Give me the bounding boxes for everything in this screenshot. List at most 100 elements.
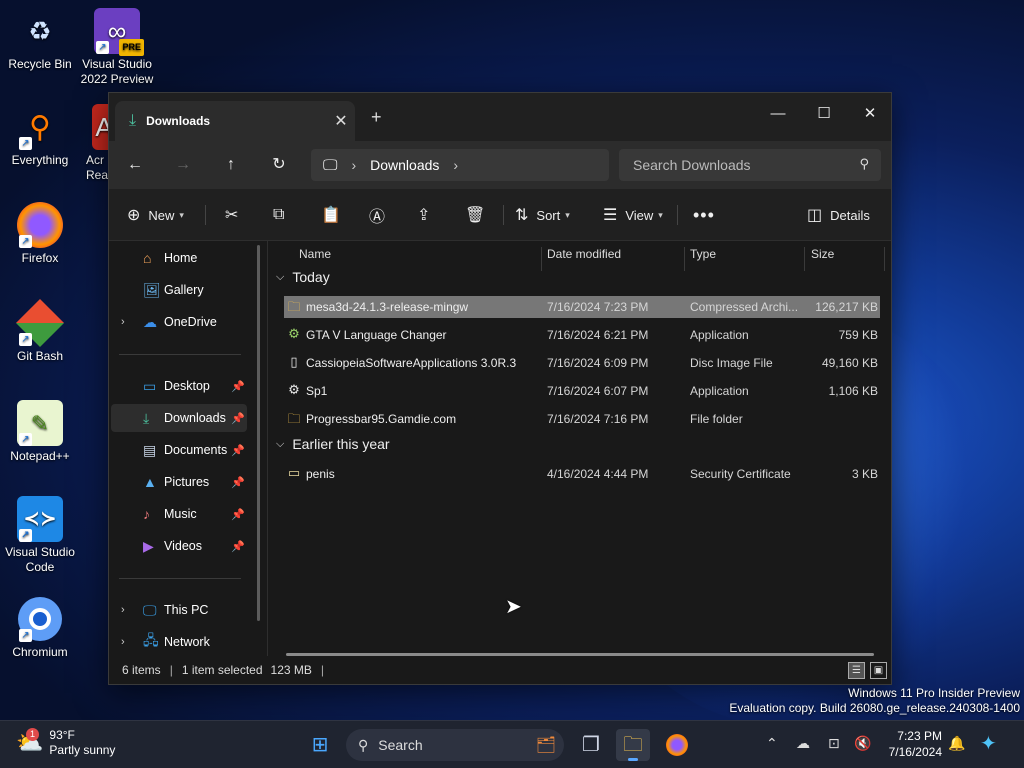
file-name: Sp1 bbox=[306, 384, 328, 398]
chevron-right-icon[interactable]: › bbox=[121, 636, 125, 648]
desktop-icon-label: Chromium bbox=[12, 645, 68, 659]
chevron-right-icon[interactable]: › bbox=[121, 604, 125, 616]
details-view-button[interactable]: ☰ bbox=[848, 662, 865, 679]
chevron-right-icon[interactable]: › bbox=[121, 316, 125, 328]
desktop-icon-chromium[interactable]: ↗ Chromium bbox=[0, 596, 80, 660]
file-explorer-taskbar-icon[interactable]: 🗀 bbox=[616, 729, 650, 761]
cut-button[interactable]: ✂ bbox=[225, 203, 246, 227]
breadcrumb-downloads[interactable]: Downloads bbox=[370, 157, 439, 173]
desktop-icon-vscode[interactable]: ≺≻ ↗ Visual Studio Code bbox=[0, 496, 80, 575]
taskbar-clock[interactable]: 7:23 PM 7/16/2024 bbox=[889, 728, 942, 760]
nav-desktop[interactable]: ▭ Desktop 📌 bbox=[111, 372, 247, 400]
column-divider[interactable] bbox=[884, 247, 885, 271]
close-window-button[interactable]: ✕ bbox=[847, 99, 893, 129]
nav-pictures[interactable]: ▲ Pictures 📌 bbox=[111, 468, 247, 496]
refresh-button[interactable]: ↻ bbox=[265, 153, 293, 177]
recycle-bin-icon: ♻ bbox=[28, 15, 52, 46]
toolbar-divider bbox=[503, 205, 504, 225]
firefox-taskbar-icon[interactable] bbox=[660, 729, 694, 761]
rename-button[interactable]: Ⓐ bbox=[369, 203, 393, 227]
column-header-date[interactable]: Date modified bbox=[547, 247, 621, 261]
nav-scrollbar[interactable] bbox=[257, 245, 260, 621]
nav-documents[interactable]: ▤ Documents 📌 bbox=[111, 436, 247, 464]
desktop-icon-visual-studio[interactable]: ∞ PRE ↗ Visual Studio 2022 Preview bbox=[77, 8, 157, 87]
address-bar-row: ← → ↑ ↻ 🖵 › Downloads › Search Downloads… bbox=[109, 141, 891, 189]
taskbar-search-label: Search bbox=[378, 737, 423, 753]
task-view-icon[interactable]: ❐ bbox=[574, 729, 608, 761]
paste-button[interactable]: 📋 bbox=[321, 203, 349, 227]
sort-button-label: Sort bbox=[536, 207, 561, 223]
weather-alert-badge: 1 bbox=[26, 728, 39, 741]
weather-widget[interactable]: ⛅ 1 93°F Partly sunny bbox=[16, 728, 115, 758]
up-button[interactable]: ↑ bbox=[217, 153, 245, 177]
file-explorer-window: ⤓ Downloads ✕ + — ☐ ✕ ← → ↑ ↻ 🖵 › Downlo… bbox=[108, 92, 892, 685]
column-divider[interactable] bbox=[804, 247, 805, 271]
minimize-button[interactable]: — bbox=[755, 99, 801, 129]
tiles-view-button[interactable]: ▣ bbox=[870, 662, 887, 679]
file-row[interactable]: 🗀 mesa3d-24.1.3-release-mingw 7/16/2024 … bbox=[284, 296, 880, 318]
desktop-icon-recycle-bin[interactable]: ♻ Recycle Bin bbox=[0, 8, 80, 72]
forward-button[interactable]: → bbox=[169, 153, 197, 177]
details-pane-button[interactable]: ◫ Details bbox=[807, 203, 870, 227]
videos-icon: ▶ bbox=[143, 537, 154, 554]
network-disconnected-icon[interactable]: ☁ bbox=[796, 735, 810, 752]
column-header-name[interactable]: Name bbox=[299, 247, 331, 261]
taskbar-search[interactable]: ⚲ Search 🗂 bbox=[346, 729, 564, 761]
desktop-icon-notepad-plus-plus[interactable]: ✎ ↗ Notepad++ bbox=[0, 400, 80, 464]
file-row[interactable]: ▭ penis 4/16/2024 4:44 PM Security Certi… bbox=[284, 463, 880, 485]
nav-gallery[interactable]: 🖼 Gallery bbox=[111, 276, 247, 304]
new-tab-button[interactable]: + bbox=[371, 107, 382, 128]
file-row[interactable]: 🗀 Progressbar95.Gamdie.com 7/16/2024 7:1… bbox=[284, 408, 880, 430]
display-icon[interactable]: ⊡ bbox=[828, 735, 840, 752]
column-divider[interactable] bbox=[541, 247, 542, 271]
column-header-size[interactable]: Size bbox=[811, 247, 834, 261]
desktop-icon-git-bash[interactable]: ↗ Git Bash bbox=[0, 298, 80, 364]
view-button[interactable]: ☰ View ▾ bbox=[603, 203, 663, 227]
group-header-earlier[interactable]: ⌵ Earlier this year bbox=[276, 436, 390, 452]
nav-videos[interactable]: ▶ Videos 📌 bbox=[111, 532, 247, 560]
file-row[interactable]: ⚙ GTA V Language Changer 7/16/2024 6:21 … bbox=[284, 324, 880, 346]
desktop-icon-everything[interactable]: ⚲ ↗ Everything bbox=[0, 104, 80, 168]
copilot-icon[interactable]: ✦ bbox=[980, 731, 997, 756]
search-input[interactable]: Search Downloads ⚲ bbox=[619, 149, 881, 181]
maximize-button[interactable]: ☐ bbox=[801, 99, 847, 129]
back-button[interactable]: ← bbox=[121, 153, 149, 177]
column-header-type[interactable]: Type bbox=[690, 247, 716, 261]
chevron-down-icon: ▾ bbox=[179, 209, 184, 220]
chevron-right-icon[interactable]: › bbox=[453, 157, 458, 173]
nav-videos-label: Videos bbox=[164, 539, 202, 553]
nav-onedrive[interactable]: › ☁ OneDrive bbox=[111, 308, 247, 336]
file-row[interactable]: ⚙ Sp1 7/16/2024 6:07 PM Application 1,10… bbox=[284, 380, 880, 402]
nav-downloads[interactable]: ⤓ Downloads 📌 bbox=[111, 404, 247, 432]
group-header-today[interactable]: ⌵ Today bbox=[276, 269, 330, 285]
share-button[interactable]: ⇪ bbox=[417, 203, 438, 227]
new-button-label: New bbox=[148, 207, 175, 223]
start-button[interactable]: ⊞ bbox=[303, 729, 337, 761]
column-divider[interactable] bbox=[684, 247, 685, 271]
breadcrumb[interactable]: 🖵 › Downloads › bbox=[311, 149, 609, 181]
nav-music[interactable]: ♪ Music 📌 bbox=[111, 500, 247, 528]
close-tab-icon[interactable]: ✕ bbox=[327, 111, 355, 131]
desktop-icon-label: Notepad++ bbox=[10, 449, 70, 463]
tab-downloads[interactable]: ⤓ Downloads ✕ bbox=[115, 101, 355, 141]
volume-muted-icon[interactable]: 🔇 bbox=[854, 735, 871, 752]
everything-search-icon: ⚲ ↗ bbox=[17, 104, 63, 150]
rename-icon: Ⓐ bbox=[369, 209, 386, 226]
application-icon: ⚙ bbox=[288, 326, 300, 341]
chevron-right-icon[interactable]: › bbox=[351, 157, 356, 173]
sort-button[interactable]: ⇅ Sort ▾ bbox=[515, 203, 570, 227]
vscode-icon: ≺≻ ↗ bbox=[17, 496, 63, 542]
pin-icon: 📌 bbox=[231, 444, 245, 457]
nav-this-pc[interactable]: › 🖵 This PC bbox=[111, 596, 247, 624]
nav-network[interactable]: › 🖧 Network bbox=[111, 628, 247, 656]
notification-bell-icon[interactable]: 🔔 bbox=[948, 735, 965, 752]
nav-home[interactable]: ⌂ Home bbox=[111, 244, 247, 272]
show-hidden-icons-chevron-icon[interactable]: ⌃ bbox=[766, 735, 778, 752]
delete-button[interactable]: 🗑 bbox=[465, 203, 493, 227]
more-options-button[interactable]: ••• bbox=[693, 203, 715, 227]
new-button[interactable]: ⊕ New ▾ bbox=[127, 203, 184, 227]
desktop-icon-firefox[interactable]: ↗ Firefox bbox=[0, 202, 80, 266]
copy-button[interactable]: ⧉ bbox=[273, 203, 292, 227]
file-row[interactable]: ▯ CassiopeiaSoftwareApplications 3.0R.3 … bbox=[284, 352, 880, 374]
clipboard-icon: 📋 bbox=[321, 207, 341, 224]
